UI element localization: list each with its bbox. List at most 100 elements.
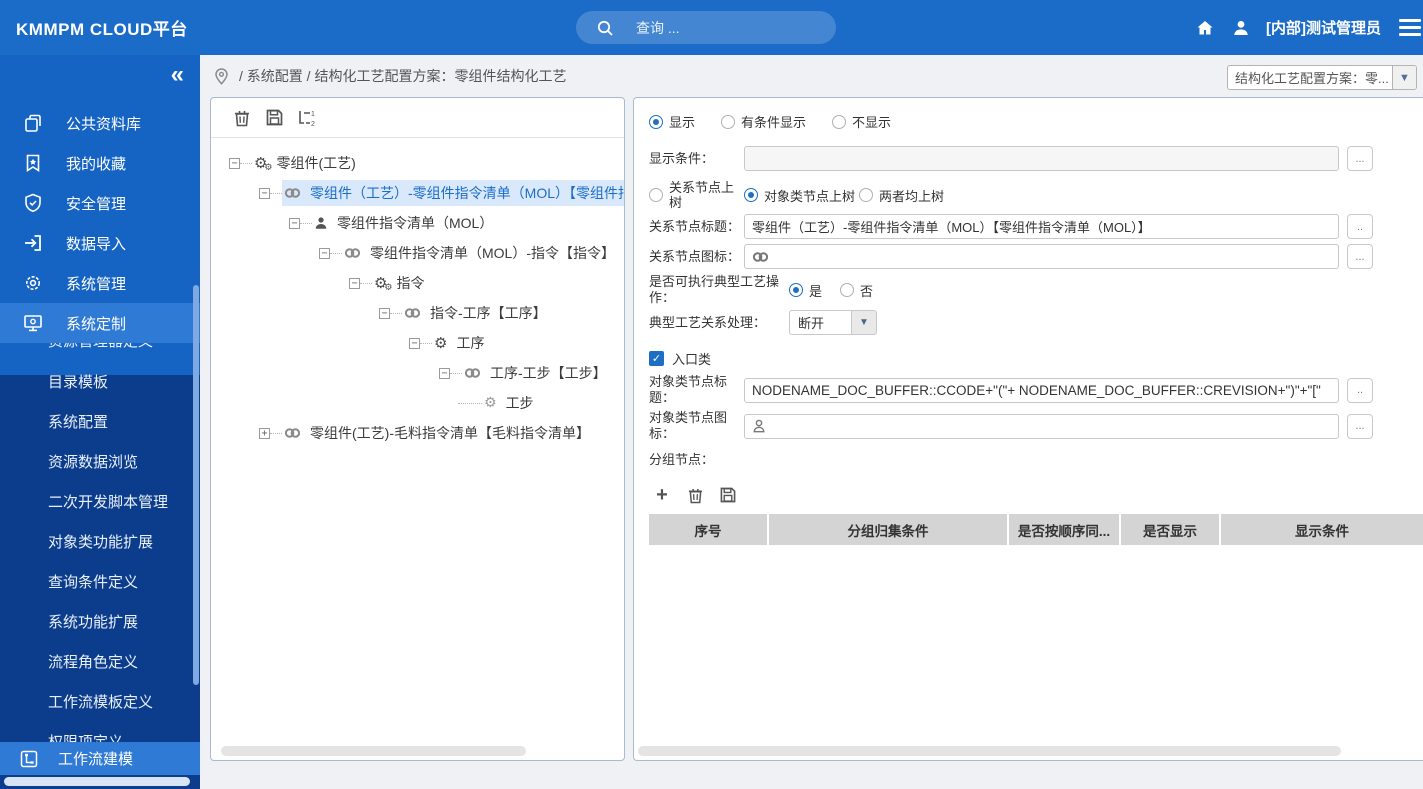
link-icon <box>284 187 301 199</box>
radio-both-mount[interactable]: 两者均上树 <box>859 186 944 205</box>
home-icon[interactable] <box>1194 17 1216 39</box>
sidebar-item-catalog-template[interactable]: 目录模板 <box>0 361 200 401</box>
sidebar-item-favorites[interactable]: 我的收藏 <box>0 143 200 183</box>
column-header-visible[interactable]: 是否显示 <box>1121 514 1221 545</box>
radio-button-icon[interactable] <box>649 114 663 129</box>
add-icon[interactable]: + <box>653 485 671 505</box>
tree-node-operation-step-relation[interactable]: − 工序-工步【工步】 <box>211 358 624 388</box>
user-icon[interactable] <box>1230 17 1252 39</box>
save-icon[interactable] <box>265 109 283 127</box>
tree-node-mol-list[interactable]: − 零组件指令清单（MOL） <box>211 208 624 238</box>
display-condition-input[interactable] <box>744 146 1339 171</box>
svg-text:1: 1 <box>311 111 315 118</box>
tree-node-part-mol-relation[interactable]: − 零组件（工艺）-零组件指令清单（MOL）【零组件指令清单（MOL）】 <box>211 178 624 208</box>
tree-node-operation[interactable]: − ⚙ 工序 <box>211 328 624 358</box>
radio-button-icon[interactable] <box>744 188 758 202</box>
sidebar-item-data-import[interactable]: 数据导入 <box>0 223 200 263</box>
breadcrumb-bar: / 系统配置 / 结构化工艺配置方案：零组件结构化工艺 结构化工艺配置方案：零.… <box>200 55 1423 97</box>
tree-node-raw-material-relation[interactable]: + 零组件(工艺)-毛料指令清单【毛料指令清单】 <box>211 418 624 448</box>
radio-typical-op-yes[interactable]: 是 <box>789 281 822 300</box>
radio-button-icon[interactable] <box>859 188 874 202</box>
sidebar-item-security[interactable]: 安全管理 <box>0 183 200 223</box>
svg-text:2: 2 <box>311 121 315 126</box>
object-node-title-browse-button[interactable]: .. <box>1347 377 1373 403</box>
current-user-label[interactable]: [内部]测试管理员 <box>1266 17 1381 38</box>
column-header-group-condition[interactable]: 分组归集条件 <box>769 514 1009 545</box>
collapse-icon[interactable]: − <box>319 247 330 259</box>
menu-icon[interactable] <box>1399 19 1421 36</box>
collapse-icon[interactable]: − <box>349 277 360 289</box>
collapse-icon[interactable]: − <box>229 157 240 169</box>
entry-class-label: 入口类 <box>672 352 712 367</box>
sidebar-item-workflow-modeling[interactable]: 工作流建模 <box>0 742 200 775</box>
chevron-down-icon[interactable]: ▼ <box>851 310 877 335</box>
collapse-icon[interactable]: − <box>289 217 300 229</box>
delete-icon[interactable] <box>686 486 704 504</box>
collapse-icon[interactable]: − <box>409 337 420 349</box>
typical-process-op-label: 是否可执行典型工艺操作： <box>649 274 780 305</box>
sidebar-item-process-role-def[interactable]: 流程角色定义 <box>0 641 200 681</box>
radio-show[interactable]: 显示 <box>649 112 695 131</box>
sidebar-vertical-scrollbar[interactable] <box>193 285 199 685</box>
radio-typical-op-no[interactable]: 否 <box>840 281 873 300</box>
tree-horizontal-scrollbar[interactable] <box>221 746 526 756</box>
relation-node-icon-browse-button[interactable]: ... <box>1347 244 1373 269</box>
relation-node-title-browse-button[interactable]: .. <box>1347 214 1373 239</box>
detail-horizontal-scrollbar[interactable] <box>638 746 1341 756</box>
sidebar-item-system-management[interactable]: 系统管理 <box>0 263 200 303</box>
column-header-seq[interactable]: 序号 <box>649 514 769 545</box>
object-node-title-label: 对象类节点标题： <box>649 374 728 405</box>
column-header-order[interactable]: 是否按顺序同... <box>1009 514 1121 545</box>
tree-levels-icon[interactable]: 12 <box>297 109 315 127</box>
search-icon <box>597 20 613 36</box>
tree-node-instruction[interactable]: − ⚙ 指令 <box>211 268 624 298</box>
sidebar-horizontal-scrollbar[interactable] <box>4 777 190 786</box>
radio-objectclass-node-mount[interactable]: 对象类节点上树 <box>744 186 855 205</box>
sidebar-item-system-function-extension[interactable]: 系统功能扩展 <box>0 601 200 641</box>
tree-node-mol-instruction-relation[interactable]: − 零组件指令清单（MOL）-指令【指令】 <box>211 238 624 268</box>
scheme-selector-dropdown[interactable]: 结构化工艺配置方案：零... ▼ <box>1227 65 1417 90</box>
collapse-icon[interactable]: − <box>439 367 450 379</box>
radio-button-icon[interactable] <box>832 114 847 129</box>
sidebar-item-public-library[interactable]: 公共资料库 <box>0 103 200 143</box>
collapse-sidebar-icon[interactable]: « <box>171 63 184 87</box>
relation-node-title-input[interactable] <box>744 214 1339 239</box>
object-node-title-input[interactable] <box>744 377 1339 403</box>
search-placeholder: 查询 ... <box>636 19 680 36</box>
sidebar-item-objectclass-extension[interactable]: 对象类功能扩展 <box>0 521 200 561</box>
sidebar-item-system-config[interactable]: 系统配置 <box>0 401 200 441</box>
entry-class-checkbox[interactable]: ✓ <box>649 351 664 366</box>
radio-button-icon[interactable] <box>840 283 855 297</box>
object-node-icon-input[interactable] <box>744 413 1339 439</box>
chevron-down-icon[interactable]: ▼ <box>1392 66 1416 89</box>
relation-node-icon-input[interactable] <box>744 244 1339 269</box>
radio-conditional-show[interactable]: 有条件显示 <box>721 112 806 131</box>
sidebar-item-resource-data-browse[interactable]: 资源数据浏览 <box>0 441 200 481</box>
radio-hide[interactable]: 不显示 <box>832 112 891 131</box>
object-node-icon-browse-button[interactable]: ... <box>1347 413 1373 439</box>
radio-button-icon[interactable] <box>789 283 803 297</box>
sidebar-item-label: 安全管理 <box>66 195 127 213</box>
link-icon <box>404 307 421 319</box>
sidebar-item-label: 系统定制 <box>66 315 127 333</box>
typical-process-relation-select[interactable]: 断开 ▼ <box>789 310 877 335</box>
collapse-icon[interactable]: − <box>379 307 390 319</box>
sidebar-item-workflow-template-def[interactable]: 工作流模板定义 <box>0 681 200 721</box>
tree-node-instruction-operation-relation[interactable]: − 指令-工序【工序】 <box>211 298 624 328</box>
save-icon[interactable] <box>719 486 737 504</box>
collapse-icon[interactable]: − <box>259 187 270 199</box>
sidebar-item-script-management[interactable]: 二次开发脚本管理 <box>0 481 200 521</box>
sidebar-item-system-customization[interactable]: 系统定制 <box>0 303 200 343</box>
display-condition-browse-button[interactable]: ... <box>1347 146 1373 171</box>
delete-icon[interactable] <box>233 109 251 127</box>
radio-button-icon[interactable] <box>649 188 663 202</box>
radio-button-icon[interactable] <box>721 114 736 129</box>
tree-node-step[interactable]: ⚙ 工步 <box>211 388 624 418</box>
link-icon <box>752 251 769 262</box>
column-header-display-condition[interactable]: 显示条件 <box>1221 514 1423 545</box>
expand-icon[interactable]: + <box>259 427 270 439</box>
tree-node-part-process[interactable]: − ⚙ 零组件(工艺) <box>211 148 624 178</box>
global-search-input[interactable]: 查询 ... <box>576 11 836 44</box>
radio-relation-node-mount[interactable]: 关系节点上树 <box>649 180 744 210</box>
sidebar-item-query-condition-def[interactable]: 查询条件定义 <box>0 561 200 601</box>
